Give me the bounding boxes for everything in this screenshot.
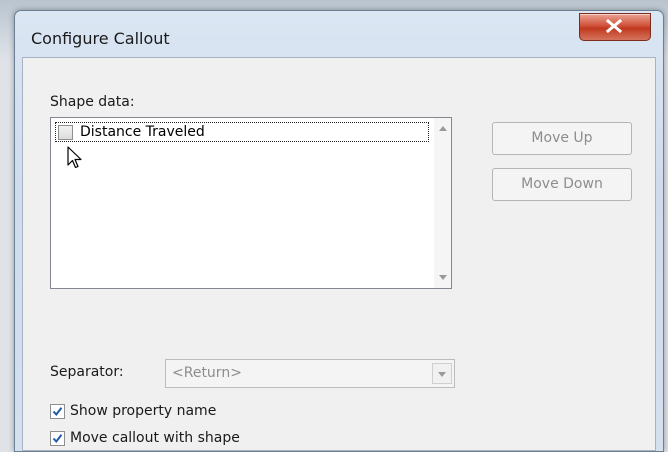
close-icon bbox=[605, 19, 623, 33]
dialog-client-area: Shape data: Distance Traveled Move Up Mo… bbox=[22, 57, 656, 451]
checkbox-box[interactable] bbox=[50, 404, 65, 419]
checkmark-icon bbox=[52, 434, 63, 444]
list-item-checkbox[interactable] bbox=[58, 125, 73, 140]
move-down-button[interactable]: Move Down bbox=[492, 168, 632, 201]
show-property-name-label: Show property name bbox=[70, 403, 217, 419]
mouse-pointer-icon bbox=[67, 146, 82, 169]
move-up-button[interactable]: Move Up bbox=[492, 122, 632, 155]
list-item-label: Distance Traveled bbox=[80, 124, 205, 140]
scroll-up-arrow-icon[interactable] bbox=[439, 126, 447, 131]
chevron-down-icon[interactable] bbox=[432, 363, 452, 384]
scroll-down-arrow-icon[interactable] bbox=[439, 275, 447, 280]
list-item[interactable]: Distance Traveled bbox=[55, 122, 429, 142]
move-callout-with-shape-label: Move callout with shape bbox=[70, 430, 240, 446]
separator-value: <Return> bbox=[172, 365, 242, 381]
shape-data-list[interactable]: Distance Traveled bbox=[50, 117, 452, 289]
separator-label: Separator: bbox=[50, 364, 124, 380]
checkbox-box[interactable] bbox=[50, 431, 65, 446]
checkmark-icon bbox=[52, 407, 63, 417]
list-scrollbar[interactable] bbox=[434, 118, 451, 288]
close-button[interactable] bbox=[579, 13, 651, 41]
shape-data-label: Shape data: bbox=[50, 94, 135, 110]
dialog-title: Configure Callout bbox=[31, 29, 170, 48]
separator-select[interactable]: <Return> bbox=[165, 359, 455, 388]
configure-callout-dialog: Configure Callout Shape data: Distance T… bbox=[14, 10, 664, 452]
